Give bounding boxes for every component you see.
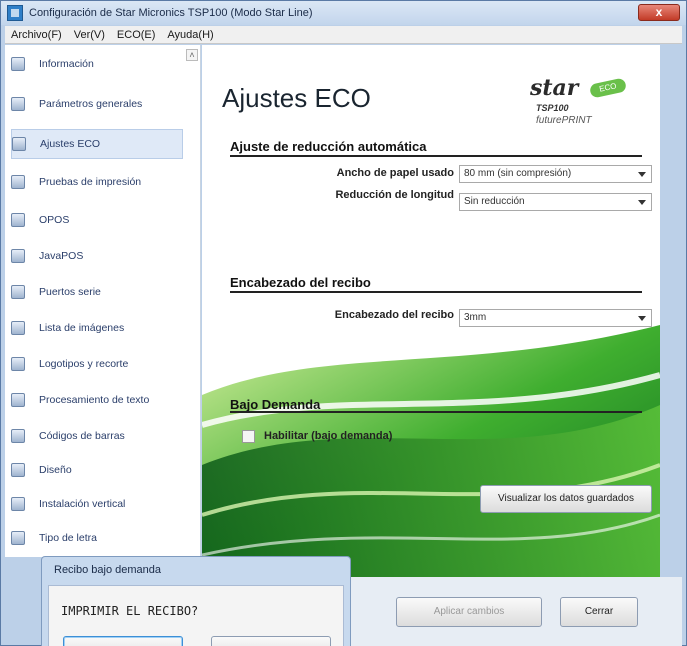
eco-badge: ECO: [588, 77, 628, 99]
brand-logo: star ECO TSP100 futurePRINT: [530, 75, 640, 133]
section-divider: [230, 291, 642, 293]
sidebar-item-procesamiento[interactable]: Procesamiento de texto: [11, 385, 183, 415]
sidebar-item-puertos[interactable]: Puertos serie: [11, 277, 183, 307]
on-demand-receipt-dialog: Recibo bajo demanda IMPRIMIR EL RECIBO?: [41, 556, 351, 646]
paper-width-select[interactable]: 80 mm (sin compresión): [459, 165, 652, 183]
sidebar-item-label: Información: [39, 58, 94, 70]
dialog-confirm-button[interactable]: [63, 636, 183, 646]
sidebar-item-label: Códigos de barras: [39, 430, 125, 442]
image-list-icon: [11, 321, 25, 335]
sidebar-item-label: JavaPOS: [39, 250, 84, 262]
paper-width-label: Ancho de papel usado: [336, 167, 454, 179]
logo-icon: [11, 357, 25, 371]
dialog-title: Recibo bajo demanda: [54, 564, 162, 576]
sidebar-item-pruebas[interactable]: Pruebas de impresión: [11, 167, 183, 197]
javapos-icon: [11, 249, 25, 263]
close-button[interactable]: Cerrar: [560, 597, 638, 627]
chevron-down-icon: [638, 172, 646, 177]
window-title: Configuración de Star Micronics TSP100 (…: [29, 7, 313, 19]
sidebar-item-label: Pruebas de impresión: [39, 176, 142, 188]
vertical-install-icon: [11, 497, 25, 511]
sidebar-item-informacion[interactable]: Información: [11, 49, 183, 79]
length-reduction-value: Sin reducción: [464, 196, 525, 207]
settings-icon: [11, 97, 25, 111]
menu-ver[interactable]: Ver(V): [68, 29, 111, 41]
chevron-down-icon: [638, 316, 646, 321]
sidebar-item-parametros[interactable]: Parámetros generales: [11, 89, 183, 119]
enable-on-demand-checkbox[interactable]: [242, 430, 255, 443]
close-window-button[interactable]: x: [638, 4, 680, 21]
paper-width-value: 80 mm (sin compresión): [464, 168, 572, 179]
sidebar-item-label: Tipo de letra: [39, 532, 97, 544]
sidebar-item-imagenes[interactable]: Lista de imágenes: [11, 313, 183, 343]
section-divider: [230, 155, 642, 157]
sidebar-item-label: Lista de imágenes: [39, 322, 125, 334]
receipt-header-select[interactable]: 3mm: [459, 309, 652, 327]
sidebar-item-label: OPOS: [39, 214, 70, 226]
section-title-auto-reduction: Ajuste de reducción automática: [230, 139, 427, 154]
chevron-down-icon: [638, 200, 646, 205]
design-icon: [11, 463, 25, 477]
dialog-message: IMPRIMIR EL RECIBO?: [61, 604, 199, 618]
sidebar-item-label: Instalación vertical: [39, 498, 126, 510]
receipt-header-label: Encabezado del recibo: [334, 309, 454, 321]
section-title-on-demand: Bajo Demanda: [230, 397, 321, 412]
sidebar: ˄ Información Parámetros generales Ajust…: [5, 45, 201, 557]
page-title: Ajustes ECO: [222, 83, 371, 113]
info-icon: [11, 57, 25, 71]
receipt-header-value: 3mm: [464, 312, 487, 323]
view-saved-data-button[interactable]: Visualizar los datos guardados: [480, 485, 652, 513]
enable-on-demand-label: Habilitar (bajo demanda): [264, 430, 393, 442]
printer-icon: [11, 175, 25, 189]
font-icon: [11, 531, 25, 545]
sidebar-item-codigos[interactable]: Códigos de barras: [11, 421, 183, 451]
sidebar-item-tipo-letra[interactable]: Tipo de letra: [11, 523, 183, 553]
sidebar-item-label: Parámetros generales: [39, 98, 143, 110]
title-bar: Configuración de Star Micronics TSP100 (…: [1, 1, 686, 25]
menu-eco[interactable]: ECO(E): [111, 29, 162, 41]
sidebar-item-label: Puertos serie: [39, 286, 101, 298]
brand-star-text: star: [530, 75, 579, 101]
sidebar-item-label: Ajustes ECO: [40, 138, 101, 150]
section-title-receipt-header: Encabezado del recibo: [230, 275, 371, 290]
text-processing-icon: [11, 393, 25, 407]
sidebar-scroll-icon[interactable]: ˄: [186, 49, 198, 61]
sidebar-item-ajustes-eco[interactable]: Ajustes ECO: [11, 129, 183, 159]
sidebar-item-label: Procesamiento de texto: [39, 394, 150, 406]
sidebar-item-javapos[interactable]: JavaPOS: [11, 241, 183, 271]
eco-icon: [12, 137, 26, 151]
length-reduction-label: Reducción de longitud: [335, 189, 454, 201]
opos-icon: [11, 213, 25, 227]
menu-bar: Archivo(F) Ver(V) ECO(E) Ayuda(H): [5, 26, 682, 44]
menu-archivo[interactable]: Archivo(F): [5, 29, 68, 41]
dialog-cancel-button[interactable]: [211, 636, 331, 646]
apply-changes-button[interactable]: Aplicar cambios: [396, 597, 542, 627]
dialog-body: IMPRIMIR EL RECIBO?: [48, 585, 344, 646]
barcode-icon: [11, 429, 25, 443]
menu-ayuda[interactable]: Ayuda(H): [161, 29, 219, 41]
brand-model: TSP100: [536, 103, 569, 113]
length-reduction-select[interactable]: Sin reducción: [459, 193, 652, 211]
sidebar-item-logotipos[interactable]: Logotipos y recorte: [11, 349, 183, 379]
serial-port-icon: [11, 285, 25, 299]
sidebar-item-instalacion[interactable]: Instalación vertical: [11, 489, 183, 519]
section-divider: [230, 411, 642, 413]
app-icon: [7, 5, 23, 21]
brand-line: futurePRINT: [536, 115, 592, 126]
sidebar-item-diseno[interactable]: Diseño: [11, 455, 183, 485]
app-window: Configuración de Star Micronics TSP100 (…: [0, 0, 687, 646]
sidebar-item-opos[interactable]: OPOS: [11, 205, 183, 235]
sidebar-item-label: Diseño: [39, 464, 72, 476]
sidebar-item-label: Logotipos y recorte: [39, 358, 129, 370]
main-panel: Ajustes ECO star ECO TSP100 futurePRINT …: [202, 45, 660, 577]
